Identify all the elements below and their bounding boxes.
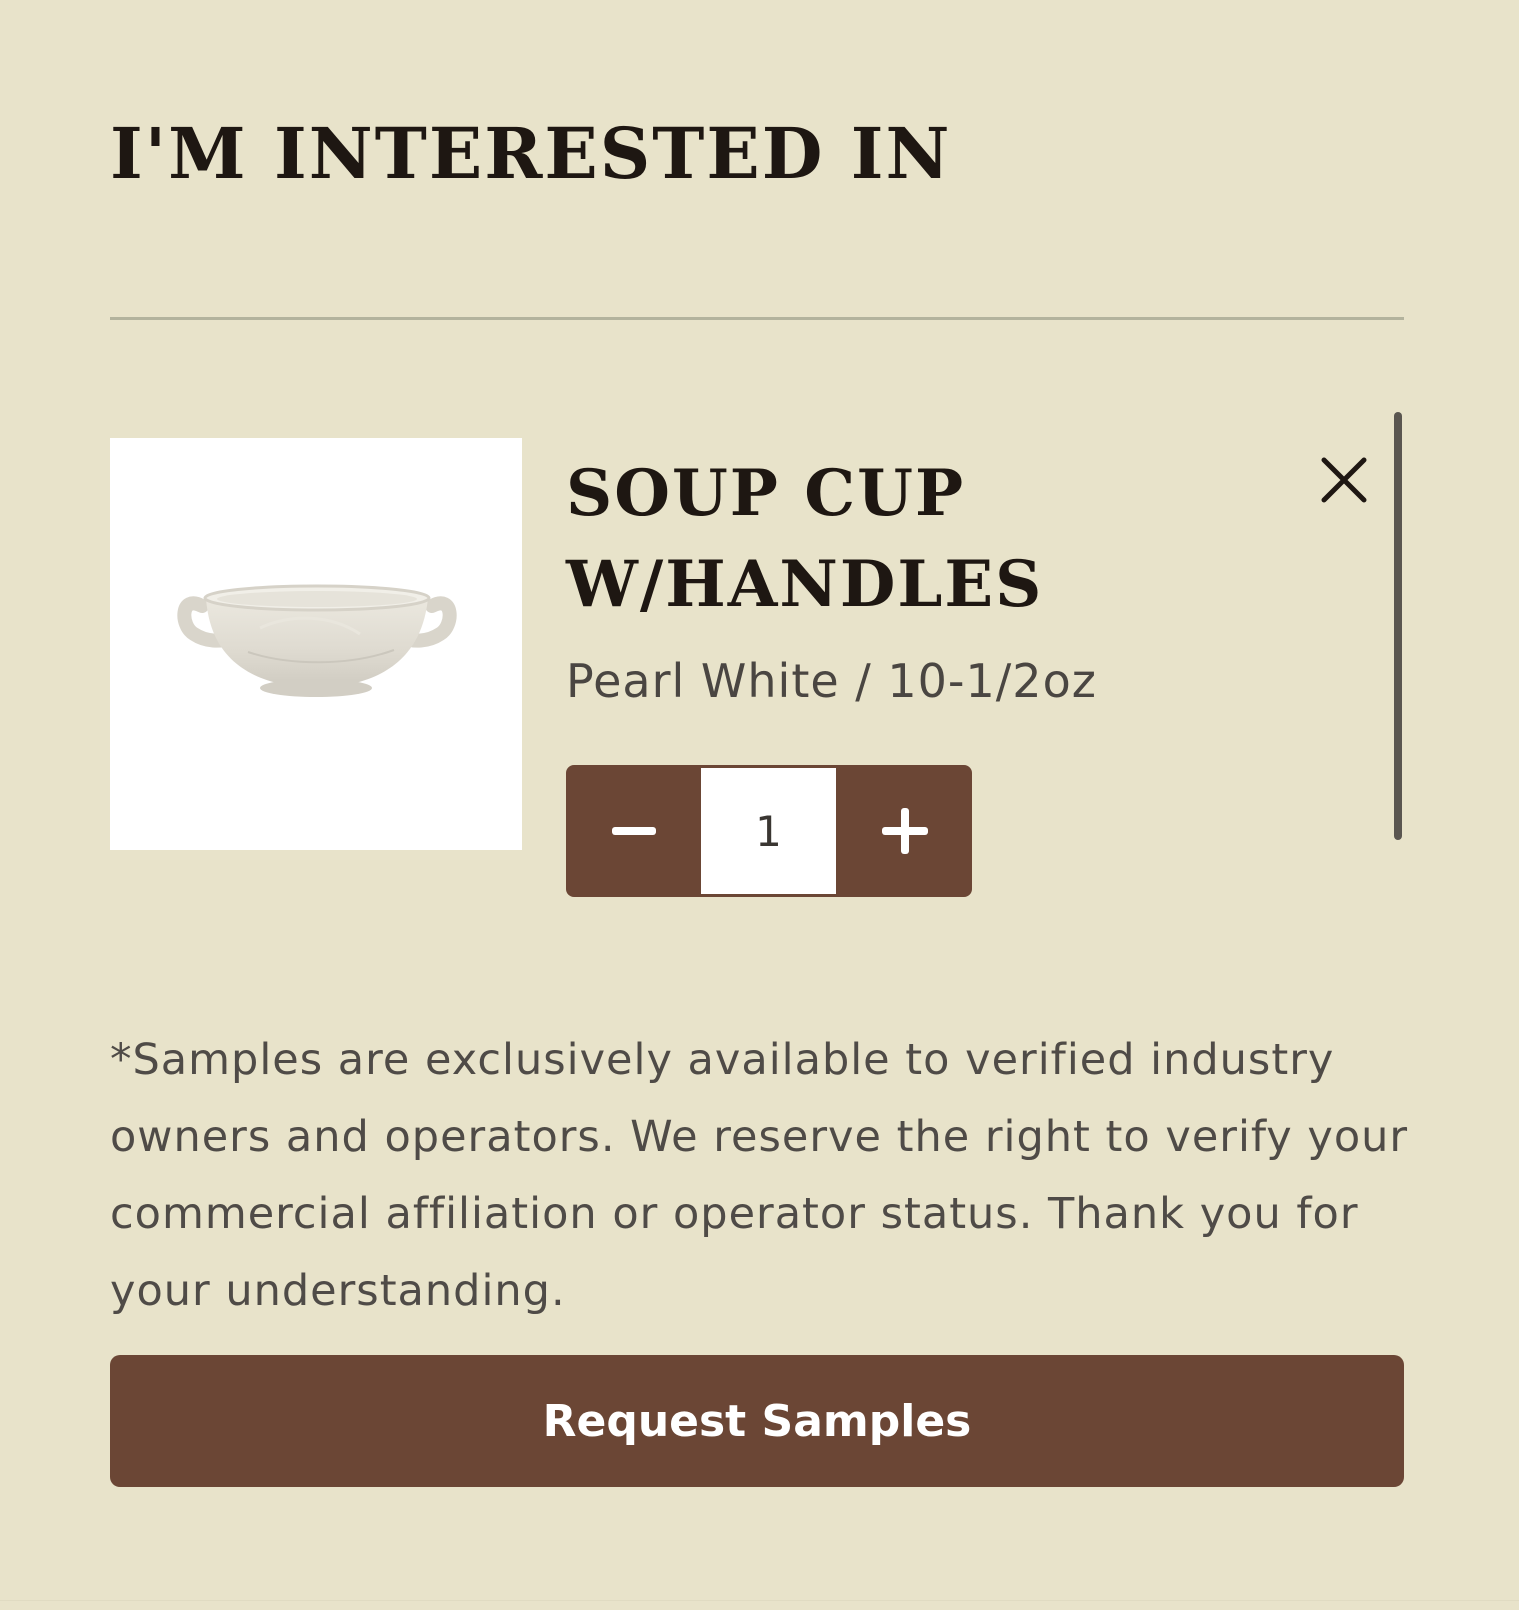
panel-heading: I'M INTERESTED IN — [110, 112, 952, 195]
item-list-scrollbar[interactable] — [1394, 412, 1402, 840]
remove-item-button[interactable] — [1316, 452, 1372, 508]
close-icon — [1321, 457, 1367, 503]
quantity-input[interactable] — [701, 768, 836, 894]
product-image — [110, 438, 522, 850]
decrease-quantity-button[interactable] — [566, 765, 700, 897]
product-variant: Pearl White / 10-1/2oz — [566, 654, 1097, 708]
interest-panel: I'M INTERESTED IN SOUP CUP W/HANDLES Pea… — [0, 0, 1519, 1610]
soup-cup-illustration — [177, 584, 457, 697]
increase-quantity-button[interactable] — [838, 765, 972, 897]
cart-item: SOUP CUP W/HANDLES Pearl White / 10-1/2o… — [110, 438, 1404, 898]
plus-icon — [882, 808, 928, 854]
divider — [110, 317, 1404, 320]
bottom-edge — [0, 1600, 1519, 1610]
product-title: SOUP CUP W/HANDLES — [566, 456, 1044, 622]
minus-icon — [612, 827, 656, 835]
quantity-stepper — [566, 765, 972, 897]
request-samples-button[interactable]: Request Samples — [110, 1355, 1404, 1487]
samples-disclaimer: *Samples are exclusively available to ve… — [110, 1035, 1409, 1316]
